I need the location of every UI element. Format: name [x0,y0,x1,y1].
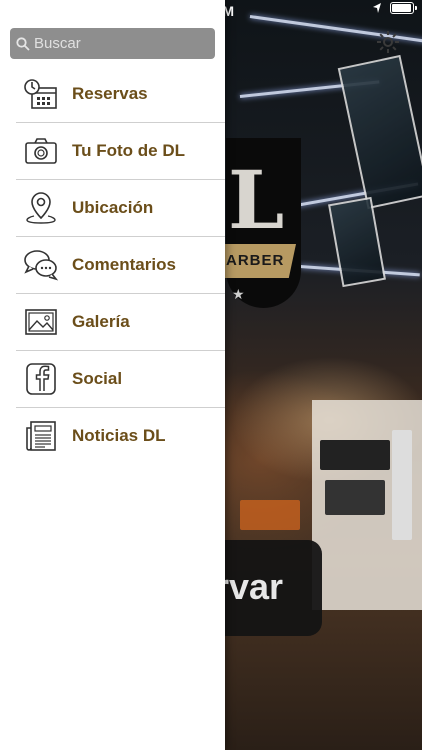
logo-ribbon-text: ARBER [226,252,285,269]
chat-bubbles-icon [24,250,59,281]
tool-tray [325,480,385,515]
side-drawer: Reservas Tu Foto de DL Ubicación Co [0,0,225,750]
battery-icon [390,2,417,14]
menu-item-label: Ubicación [72,198,154,217]
menu-item-label: Noticias DL [72,426,166,445]
barber-chair [240,500,300,530]
gear-icon[interactable] [376,30,400,54]
logo-star: ★ [232,286,245,302]
tool-tray [320,440,390,470]
menu-item-social[interactable]: Social [0,351,225,407]
map-pin-icon [26,192,56,224]
search-icon [16,36,30,51]
menu-item-comentarios[interactable]: Comentarios [0,237,225,293]
bottle [392,430,412,540]
picture-icon [25,309,57,335]
camera-icon [25,138,57,164]
facebook-icon [26,363,56,395]
menu-item-label: Comentarios [72,255,176,274]
mirror [328,196,386,288]
menu-item-reservas[interactable]: Reservas [0,66,225,122]
calendar-clock-icon [24,79,57,109]
search-bar[interactable] [10,28,215,59]
menu-item-tu-foto[interactable]: Tu Foto de DL [0,123,225,179]
location-arrow-icon [373,3,381,13]
menu-item-label: Reservas [72,84,148,103]
status-right [372,2,417,14]
newspaper-icon [26,421,56,451]
menu-item-ubicacion[interactable]: Ubicación [0,180,225,236]
reserve-button-label: rvar [215,566,284,607]
menu-item-label: Tu Foto de DL [72,141,185,160]
logo-letter: L [228,153,285,247]
menu-item-label: Social [72,369,123,388]
mirror [337,54,422,210]
menu-item-label: Galería [72,312,130,331]
menu-item-galeria[interactable]: Galería [0,294,225,350]
menu-item-noticias[interactable]: Noticias DL [0,408,225,464]
search-input[interactable] [34,35,204,52]
